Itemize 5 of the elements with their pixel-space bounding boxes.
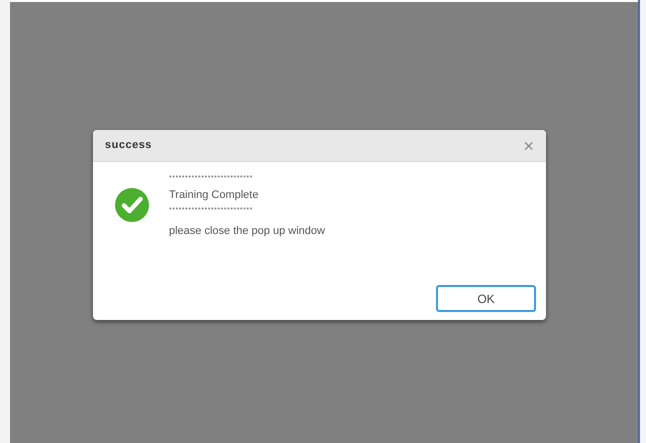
message-text: please close the pop up window bbox=[169, 224, 325, 239]
checkmark-icon bbox=[115, 188, 149, 222]
dialog-title: success bbox=[105, 138, 152, 154]
ok-button[interactable]: OK bbox=[436, 285, 536, 312]
message-text: Training Complete bbox=[169, 188, 260, 203]
